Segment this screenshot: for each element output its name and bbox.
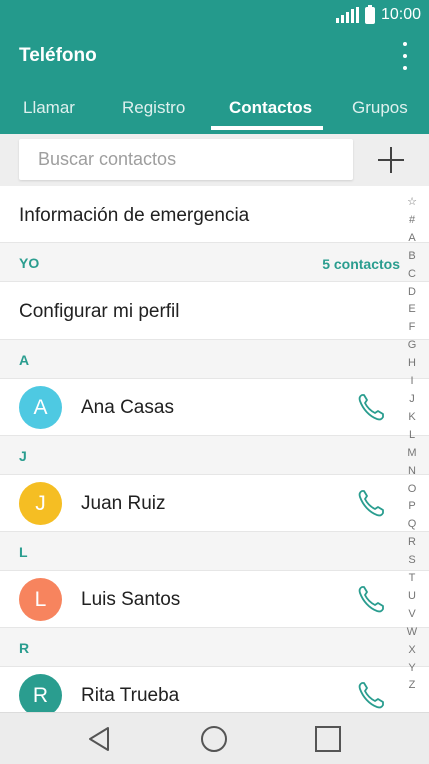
index-letter[interactable]: N xyxy=(408,463,416,481)
index-letter[interactable]: U xyxy=(408,588,416,606)
phone-call-icon[interactable] xyxy=(357,392,385,422)
app-bar: Teléfono Llamar Registro Contactos Grupo… xyxy=(0,32,429,134)
index-letter[interactable]: V xyxy=(408,606,415,624)
avatar: L xyxy=(19,578,62,621)
section-letter: J xyxy=(19,448,27,464)
plus-icon[interactable] xyxy=(370,142,410,178)
home-icon[interactable] xyxy=(198,723,230,755)
avatar: R xyxy=(19,674,62,717)
tab-llamar[interactable]: Llamar xyxy=(23,98,75,118)
battery-icon xyxy=(364,4,375,24)
contact-row[interactable]: L Luis Santos xyxy=(0,571,429,628)
app-title: Teléfono xyxy=(19,45,97,66)
index-letter[interactable]: C xyxy=(408,266,416,284)
back-icon[interactable] xyxy=(84,723,116,755)
phone-call-icon[interactable] xyxy=(357,488,385,518)
section-letter: L xyxy=(19,544,28,560)
search-row xyxy=(0,134,429,186)
section-header-a: A xyxy=(0,340,429,379)
tab-grupos[interactable]: Grupos xyxy=(352,98,408,118)
index-letter[interactable]: # xyxy=(409,212,415,230)
status-time: 10:00 xyxy=(380,6,421,23)
tab-contactos[interactable]: Contactos xyxy=(229,98,312,118)
section-header-l: L xyxy=(0,532,429,571)
index-letter[interactable]: R xyxy=(408,534,416,552)
index-letter[interactable]: O xyxy=(408,481,417,499)
index-letter[interactable]: W xyxy=(407,624,417,642)
alphabet-index[interactable]: ☆ # A B C D E F G H I J K L M N O P Q R S T U V W X Y Z xyxy=(402,194,422,695)
section-letter: R xyxy=(19,640,30,656)
index-letter[interactable]: K xyxy=(408,409,415,427)
section-header-yo: YO 5 contactos xyxy=(0,243,429,282)
index-letter[interactable]: I xyxy=(410,373,413,391)
contact-name: Juan Ruiz xyxy=(81,493,166,514)
navigation-bar xyxy=(0,712,429,764)
tab-registro[interactable]: Registro xyxy=(122,98,185,118)
index-letter[interactable]: L xyxy=(409,427,415,445)
avatar: A xyxy=(19,386,62,429)
configure-profile-label: Configurar mi perfil xyxy=(19,301,180,322)
avatar: J xyxy=(19,482,62,525)
section-letter: A xyxy=(19,352,30,368)
index-letter[interactable]: D xyxy=(408,284,416,302)
section-header-j: J xyxy=(0,436,429,475)
search-input[interactable] xyxy=(19,139,353,180)
active-tab-indicator xyxy=(211,126,323,130)
index-letter[interactable]: A xyxy=(408,230,415,248)
status-bar: 10:00 xyxy=(0,0,429,32)
emergency-info-label: Información de emergencia xyxy=(19,205,250,226)
index-letter[interactable]: ☆ xyxy=(407,194,417,212)
contact-name: Rita Trueba xyxy=(81,685,180,706)
index-letter[interactable]: S xyxy=(408,552,415,570)
index-letter[interactable]: M xyxy=(407,445,416,463)
phone-call-icon[interactable] xyxy=(357,584,385,614)
index-letter[interactable]: T xyxy=(409,570,416,588)
section-letter: YO xyxy=(19,255,40,271)
contact-name: Ana Casas xyxy=(81,397,174,418)
index-letter[interactable]: Q xyxy=(408,516,417,534)
index-letter[interactable]: J xyxy=(409,391,415,409)
index-letter[interactable]: X xyxy=(408,642,415,660)
index-letter[interactable]: Y xyxy=(408,660,415,678)
index-letter[interactable]: E xyxy=(408,301,415,319)
index-letter[interactable]: F xyxy=(409,319,416,337)
section-header-r: R xyxy=(0,628,429,667)
signal-icon xyxy=(335,7,359,23)
index-letter[interactable]: H xyxy=(408,355,416,373)
configure-profile-item[interactable]: Configurar mi perfil xyxy=(0,282,429,340)
recents-icon[interactable] xyxy=(312,723,344,755)
index-letter[interactable]: B xyxy=(408,248,415,266)
contact-name: Luis Santos xyxy=(81,589,181,610)
phone-call-icon[interactable] xyxy=(357,680,385,710)
index-letter[interactable]: Z xyxy=(409,677,416,695)
contact-row[interactable]: J Juan Ruiz xyxy=(0,475,429,532)
more-vert-icon[interactable] xyxy=(399,42,411,70)
contact-row[interactable]: A Ana Casas xyxy=(0,379,429,436)
emergency-info-item[interactable]: Información de emergencia xyxy=(0,186,429,243)
index-letter[interactable]: G xyxy=(408,337,417,355)
index-letter[interactable]: P xyxy=(408,498,415,516)
contacts-count: 5 contactos xyxy=(322,256,400,272)
